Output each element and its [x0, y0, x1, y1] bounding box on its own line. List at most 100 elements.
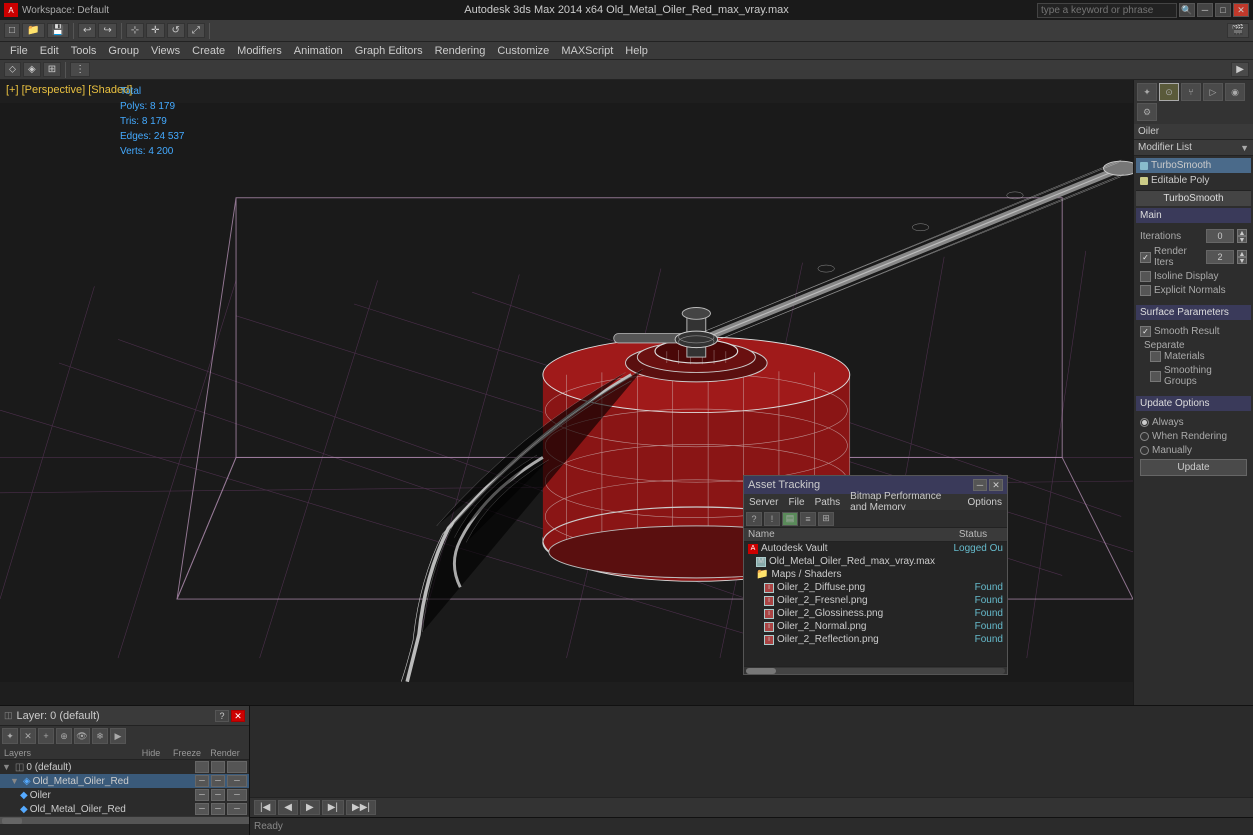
explicit-normals-checkbox[interactable]	[1140, 285, 1151, 296]
tb2-btn1[interactable]: ⬦	[4, 62, 21, 77]
at-close-button[interactable]: ✕	[989, 479, 1003, 491]
iterations-spinner[interactable]: ▲ ▼	[1237, 229, 1247, 243]
at-tb-btn3[interactable]: ▤	[782, 512, 798, 526]
tb2-render-frame[interactable]: ▶	[1231, 62, 1249, 77]
at-menu-paths[interactable]: Paths	[810, 497, 846, 508]
layer-tb-addsel[interactable]: ⊕	[56, 728, 72, 744]
menu-help[interactable]: Help	[619, 42, 654, 60]
render-iters-up[interactable]: ▲	[1237, 250, 1247, 257]
anim-next-btn[interactable]: ▶|	[322, 800, 344, 815]
at-menu-server[interactable]: Server	[744, 497, 783, 508]
layer-close-btn[interactable]: ✕	[231, 710, 245, 722]
layer-oilerred-hide[interactable]: ─	[195, 775, 209, 787]
layer-default-hide[interactable]	[195, 761, 209, 773]
layer-oiler-hide[interactable]: ─	[195, 789, 209, 801]
layer-scrollthumb[interactable]	[2, 818, 22, 824]
modifier-turbosmooth[interactable]: TurboSmooth	[1136, 158, 1251, 173]
at-row-reflection[interactable]: i Oiler_2_Reflection.png Found	[744, 633, 1007, 646]
layer-default-render[interactable]	[227, 761, 247, 773]
rp-utilities-icon[interactable]: ⚙	[1137, 103, 1157, 121]
at-tb-btn2[interactable]: !	[764, 512, 780, 526]
anim-start-btn[interactable]: |◀	[254, 800, 276, 815]
layer-oiler-render[interactable]: ─	[227, 789, 247, 801]
redo-button[interactable]: ↪	[98, 23, 116, 38]
rotate-button[interactable]: ↺	[167, 23, 185, 38]
layer-oiler-freeze[interactable]: ─	[211, 789, 225, 801]
rp-hierarchy-icon[interactable]: ⑂	[1181, 83, 1201, 101]
menu-views[interactable]: Views	[145, 42, 186, 60]
at-row-vault[interactable]: A Autodesk Vault Logged Ou	[744, 542, 1007, 555]
tb2-snap[interactable]: ⋮	[70, 62, 90, 77]
anim-prev-btn[interactable]: ◀	[278, 800, 298, 815]
at-minimize-button[interactable]: ─	[973, 479, 987, 491]
at-menu-file[interactable]: File	[783, 497, 809, 508]
at-row-glossiness[interactable]: i Oiler_2_Glossiness.png Found	[744, 607, 1007, 620]
layer-oilerred2-freeze[interactable]: ─	[211, 803, 225, 815]
render-iters-down[interactable]: ▼	[1237, 257, 1247, 264]
rp-create-icon[interactable]: ✦	[1137, 83, 1157, 101]
layer-item-oiler-red[interactable]: ▼ ◈ Old_Metal_Oiler_Red ─ ─ ─	[0, 774, 249, 788]
layer-item-oiler-red2[interactable]: ◆ Old_Metal_Oiler_Red ─ ─ ─	[0, 802, 249, 816]
manually-radio[interactable]	[1140, 446, 1149, 455]
menu-animation[interactable]: Animation	[288, 42, 349, 60]
layer-oilerred2-render[interactable]: ─	[227, 803, 247, 815]
layer-default-freeze[interactable]	[211, 761, 225, 773]
menu-group[interactable]: Group	[102, 42, 145, 60]
iterations-up[interactable]: ▲	[1237, 229, 1247, 236]
tb2-btn2[interactable]: ◈	[23, 62, 41, 77]
menu-maxscript[interactable]: MAXScript	[555, 42, 619, 60]
at-row-fresnel[interactable]: i Oiler_2_Fresnel.png Found	[744, 594, 1007, 607]
anim-play-btn[interactable]: ▶	[300, 800, 320, 815]
maximize-button[interactable]: □	[1215, 3, 1231, 17]
layer-item-oiler[interactable]: ◆ Oiler ─ ─ ─	[0, 788, 249, 802]
at-tb-btn5[interactable]: ⊞	[818, 512, 834, 526]
save-button[interactable]: 💾	[47, 23, 69, 38]
at-menu-options[interactable]: Options	[963, 497, 1007, 508]
at-scrollthumb[interactable]	[746, 668, 776, 674]
layer-oilerred2-hide[interactable]: ─	[195, 803, 209, 815]
layer-item-default[interactable]: ▼ ◫ 0 (default)	[0, 760, 249, 774]
at-row-normal[interactable]: i Oiler_2_Normal.png Found	[744, 620, 1007, 633]
rp-display-icon[interactable]: ◉	[1225, 83, 1245, 101]
viewport[interactable]: [+] [Perspective] [Shaded] Total Polys: …	[0, 80, 1133, 705]
close-button[interactable]: ✕	[1233, 3, 1249, 17]
update-button[interactable]: Update	[1140, 459, 1247, 476]
at-content[interactable]: A Autodesk Vault Logged Ou M Old_Metal_O…	[744, 542, 1007, 666]
layer-horizontal-scrollbar[interactable]	[0, 816, 249, 824]
search-input[interactable]	[1037, 3, 1177, 18]
layer-oilerred-freeze[interactable]: ─	[211, 775, 225, 787]
open-button[interactable]: 📁	[22, 23, 44, 38]
rp-motion-icon[interactable]: ▷	[1203, 83, 1223, 101]
at-row-maps[interactable]: 📁 Maps / Shaders	[744, 568, 1007, 581]
workspace-dropdown[interactable]: Workspace: Default	[22, 5, 109, 16]
when-rendering-radio[interactable]	[1140, 432, 1149, 441]
always-radio[interactable]	[1140, 418, 1149, 427]
search-button[interactable]: 🔍	[1179, 3, 1195, 17]
at-tb-btn1[interactable]: ?	[746, 512, 762, 526]
menu-create[interactable]: Create	[186, 42, 231, 60]
layer-tb-render[interactable]: ▶	[110, 728, 126, 744]
menu-modifiers[interactable]: Modifiers	[231, 42, 288, 60]
layer-tb-delete[interactable]: ✕	[20, 728, 36, 744]
layer-default-expand[interactable]: ▼	[2, 762, 11, 772]
render-iters-input[interactable]	[1206, 250, 1234, 264]
anim-end-btn[interactable]: ▶▶|	[346, 800, 376, 815]
render-iters-checkbox[interactable]: ✓	[1140, 252, 1151, 263]
layer-oilerred-expand[interactable]: ▼	[10, 776, 19, 786]
menu-file[interactable]: File	[4, 42, 34, 60]
isoline-checkbox[interactable]	[1140, 271, 1151, 282]
menu-customize[interactable]: Customize	[491, 42, 555, 60]
tb2-btn3[interactable]: ⊞	[43, 62, 61, 77]
modifier-editable-poly[interactable]: Editable Poly	[1136, 173, 1251, 188]
minimize-button[interactable]: ─	[1197, 3, 1213, 17]
undo-button[interactable]: ↩	[78, 23, 96, 38]
at-row-maxfile[interactable]: M Old_Metal_Oiler_Red_max_vray.max	[744, 555, 1007, 568]
layer-tb-select[interactable]: ✦	[2, 728, 18, 744]
select-button[interactable]: ⊹	[126, 23, 144, 38]
menu-rendering[interactable]: Rendering	[429, 42, 492, 60]
smoothing-groups-checkbox[interactable]	[1150, 371, 1161, 382]
smooth-result-checkbox[interactable]: ✓	[1140, 326, 1151, 337]
move-button[interactable]: ✛	[146, 23, 164, 38]
at-row-diffuse[interactable]: i Oiler_2_Diffuse.png Found	[744, 581, 1007, 594]
layer-tb-freeze[interactable]: ❄	[92, 728, 108, 744]
